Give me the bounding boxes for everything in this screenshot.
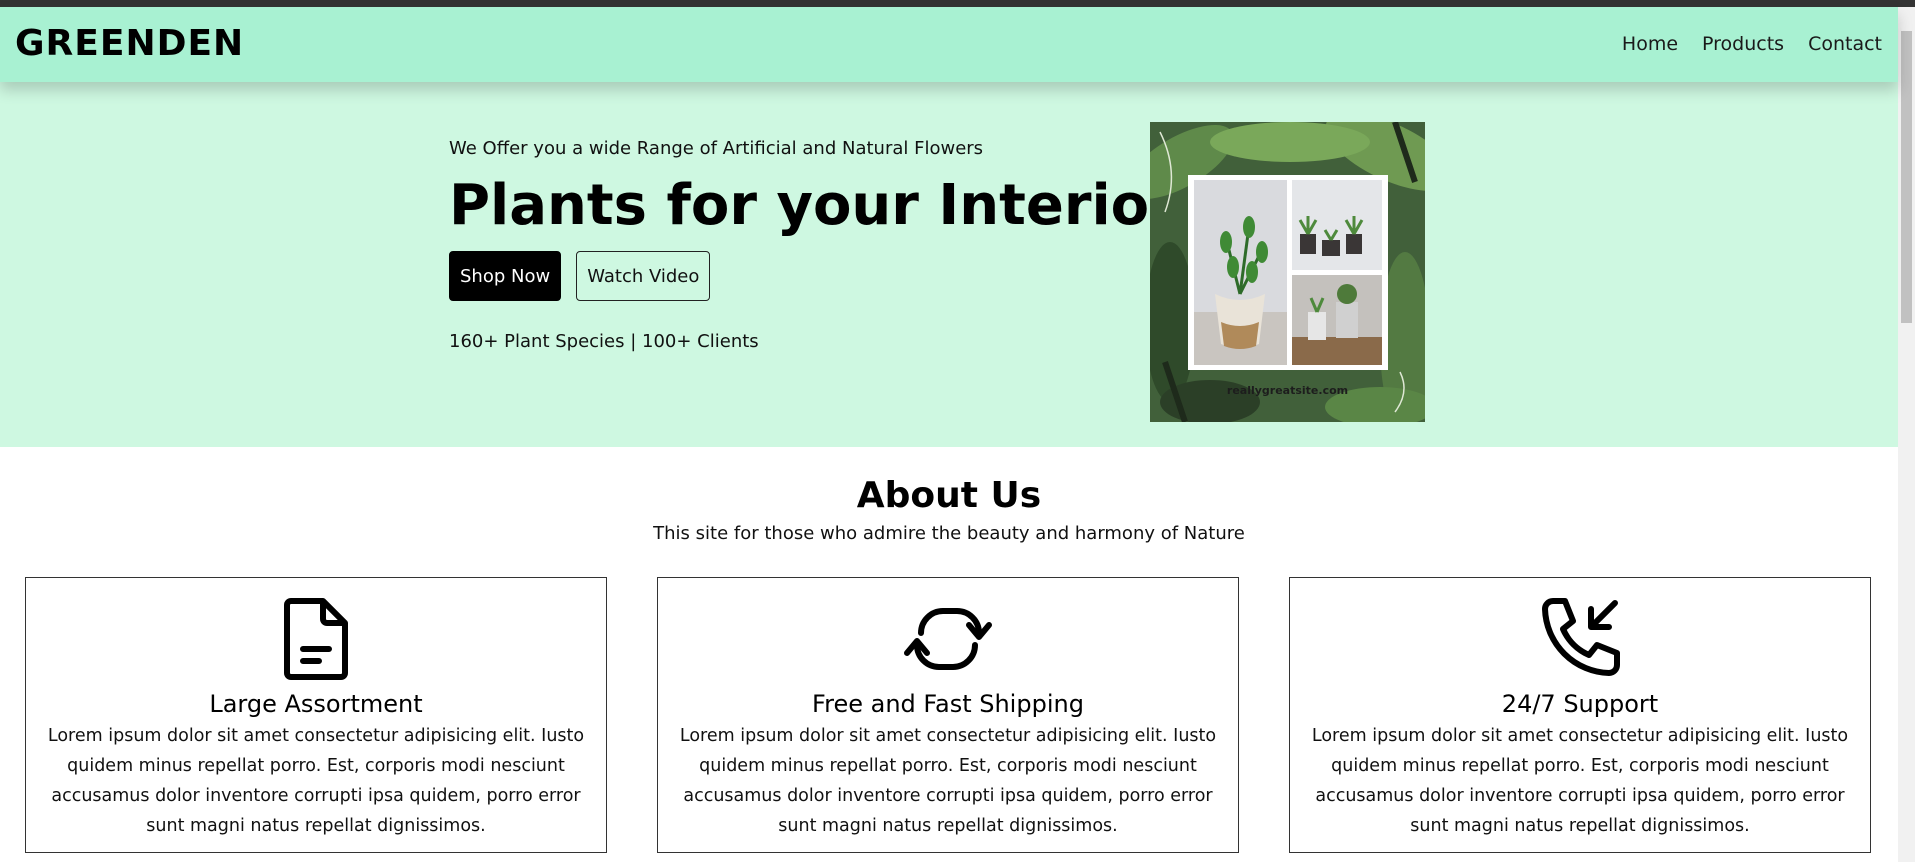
nav-link-products[interactable]: Products xyxy=(1702,31,1784,57)
poster-caption: reallygreatsite.com xyxy=(1226,384,1349,397)
page: GREENDEN Home Products Contact We Offer … xyxy=(0,0,1915,862)
phone-incoming-icon xyxy=(1542,598,1620,676)
shop-now-button[interactable]: Shop Now xyxy=(449,251,562,301)
browser-top-strip xyxy=(0,0,1915,7)
watch-video-button[interactable]: Watch Video xyxy=(576,251,711,301)
hero-stats: 160+ Plant Species | 100+ Clients xyxy=(449,331,759,352)
feature-card-assortment: Large Assortment Lorem ipsum dolor sit a… xyxy=(25,577,607,853)
site-logo[interactable]: GREENDEN xyxy=(15,24,244,64)
feature-card-support: 24/7 Support Lorem ipsum dolor sit amet … xyxy=(1289,577,1871,853)
about-subtitle: This site for those who admire the beaut… xyxy=(653,523,1245,544)
card-title: 24/7 Support xyxy=(1501,690,1659,718)
refresh-icon xyxy=(904,608,992,670)
hero-text: We Offer you a wide Range of Artificial … xyxy=(449,137,1177,354)
hero-section: We Offer you a wide Range of Artificial … xyxy=(0,82,1898,447)
feature-cards: Large Assortment Lorem ipsum dolor sit a… xyxy=(25,577,1873,853)
plant-collage-graphic xyxy=(1150,122,1425,422)
hero-plant-image: reallygreatsite.com xyxy=(1150,122,1425,422)
card-title: Free and Fast Shipping xyxy=(812,690,1084,718)
hero-title: Plants for your Interior xyxy=(449,173,1177,238)
scrollbar-thumb[interactable] xyxy=(1901,31,1912,323)
nav-link-home[interactable]: Home xyxy=(1622,31,1678,57)
feature-card-shipping: Free and Fast Shipping Lorem ipsum dolor… xyxy=(657,577,1239,853)
navbar: GREENDEN Home Products Contact xyxy=(0,7,1898,82)
nav-link-contact[interactable]: Contact xyxy=(1808,31,1882,57)
page-scrollbar[interactable] xyxy=(1898,7,1915,862)
card-text: Lorem ipsum dolor sit amet consectetur a… xyxy=(1311,726,1849,836)
hero-buttons: Shop Now Watch Video xyxy=(449,251,1119,301)
card-text: Lorem ipsum dolor sit amet consectetur a… xyxy=(47,726,585,836)
nav-links: Home Products Contact xyxy=(1622,31,1882,57)
card-text: Lorem ipsum dolor sit amet consectetur a… xyxy=(679,726,1217,836)
card-title: Large Assortment xyxy=(209,690,423,718)
document-icon xyxy=(284,598,348,680)
hero-tagline: We Offer you a wide Range of Artificial … xyxy=(449,138,984,159)
about-title: About Us xyxy=(856,475,1042,516)
